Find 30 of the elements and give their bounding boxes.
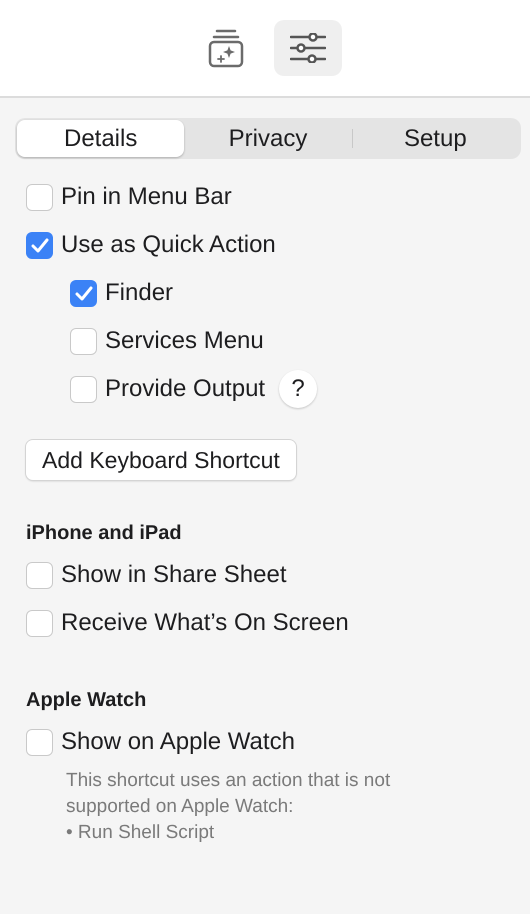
- checkmark-icon: [30, 238, 48, 252]
- add-keyboard-shortcut-button[interactable]: Add Keyboard Shortcut: [26, 440, 296, 480]
- note-text: This shortcut uses an action that is not supported on Apple Watch:: [66, 769, 392, 819]
- tab[interactable]: Setup: [352, 120, 519, 157]
- toolbar-button[interactable]: [274, 20, 342, 76]
- checkbox[interactable]: [26, 728, 53, 756]
- checkbox-label: Finder: [105, 279, 174, 307]
- checkbox-label: Show in Share Sheet: [61, 561, 286, 589]
- checkbox[interactable]: [70, 376, 97, 402]
- sparkle-card-icon: [208, 28, 244, 68]
- checkbox-label: Use as Quick Action: [61, 231, 276, 259]
- checkbox-label: Pin in Menu Bar: [61, 183, 232, 211]
- checkbox[interactable]: [26, 610, 53, 636]
- tab[interactable]: Details: [17, 120, 184, 157]
- section-title: Apple Watch: [26, 689, 148, 712]
- sliders-icon: [290, 33, 326, 63]
- help-button[interactable]: ?: [279, 370, 318, 408]
- tab[interactable]: Privacy: [184, 120, 352, 157]
- checkmark-icon: [74, 286, 92, 300]
- checkbox-label: Receive What’s On Screen: [61, 609, 349, 637]
- section-title: iPhone and iPad: [26, 522, 183, 545]
- checkbox-label: Provide Output: [105, 375, 266, 403]
- checkbox[interactable]: [70, 280, 97, 306]
- checkbox[interactable]: [26, 562, 53, 588]
- note-text: • Run Shell Script: [66, 821, 216, 845]
- checkbox[interactable]: [26, 232, 53, 258]
- checkbox[interactable]: [26, 184, 53, 210]
- checkbox-label: Services Menu: [105, 327, 264, 355]
- checkbox-label: Show on Apple Watch: [61, 728, 295, 756]
- checkbox[interactable]: [70, 328, 97, 354]
